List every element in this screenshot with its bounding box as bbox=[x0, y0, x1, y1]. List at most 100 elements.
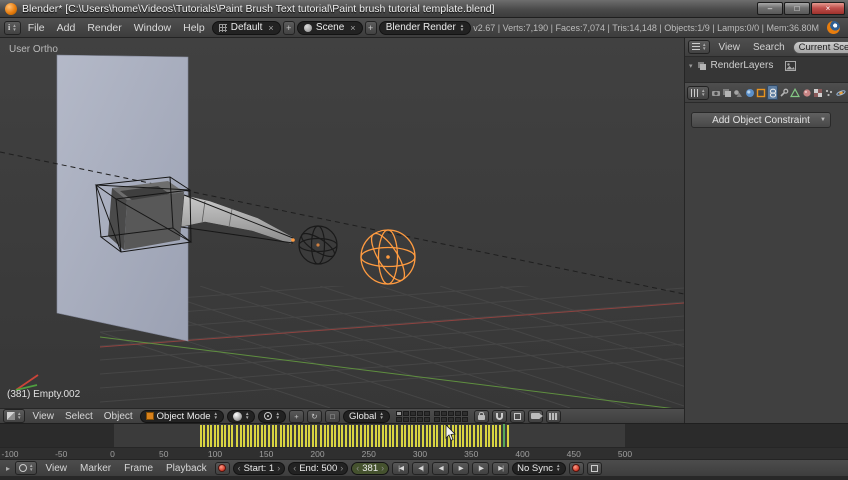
keyframe-line[interactable] bbox=[462, 425, 465, 447]
keyframe-line[interactable] bbox=[363, 425, 366, 447]
keyframe-line[interactable] bbox=[389, 425, 392, 447]
keyframe-line[interactable] bbox=[366, 425, 369, 447]
av-sync-button[interactable] bbox=[586, 461, 602, 475]
keyframe-line[interactable] bbox=[289, 425, 292, 447]
editor-type-outliner-button[interactable] bbox=[688, 40, 711, 54]
render-engine-dropdown[interactable]: Blender Render bbox=[378, 20, 472, 35]
keyframe-line[interactable] bbox=[356, 425, 359, 447]
keyframe-line[interactable] bbox=[249, 425, 252, 447]
layer-toggle[interactable] bbox=[416, 416, 423, 422]
maximize-button[interactable]: □ bbox=[784, 2, 810, 15]
sync-mode-dropdown[interactable]: No Sync bbox=[512, 461, 566, 475]
keyframe-line[interactable] bbox=[410, 425, 413, 447]
jump-to-end-button[interactable]: ▶| bbox=[492, 461, 510, 475]
timeline-keyframe-area[interactable] bbox=[0, 423, 848, 447]
add-object-constraint-button[interactable]: Add Object Constraint ▼ bbox=[691, 112, 831, 128]
keyframe-line[interactable] bbox=[333, 425, 336, 447]
properties-tab-render[interactable] bbox=[710, 85, 720, 100]
keyframe-line[interactable] bbox=[473, 425, 476, 447]
properties-tab-render-layers[interactable] bbox=[722, 85, 732, 100]
keyframe-line[interactable] bbox=[209, 425, 212, 447]
layer-toggle[interactable] bbox=[440, 410, 447, 416]
properties-tab-particles[interactable] bbox=[824, 85, 834, 100]
keyframe-line[interactable] bbox=[385, 425, 388, 447]
scene-dropdown[interactable]: Scene × bbox=[296, 20, 363, 35]
keyframe-line[interactable] bbox=[202, 425, 205, 447]
menu-add[interactable]: Add bbox=[52, 21, 81, 35]
keyframe-line[interactable] bbox=[407, 425, 410, 447]
keyframe-line[interactable] bbox=[268, 425, 271, 447]
jump-to-start-button[interactable]: |◀ bbox=[392, 461, 410, 475]
keyframe-line[interactable] bbox=[491, 425, 494, 447]
keyframe-line[interactable] bbox=[330, 425, 333, 447]
editor-type-timeline-button[interactable] bbox=[15, 461, 38, 475]
keyframe-line[interactable] bbox=[242, 425, 245, 447]
record-with-nla-button[interactable] bbox=[568, 461, 584, 475]
menu-outliner-search[interactable]: Search bbox=[748, 41, 790, 54]
editor-type-info-button[interactable]: i bbox=[4, 20, 21, 35]
layer-toggle[interactable] bbox=[409, 410, 416, 416]
keyframe-line[interactable] bbox=[282, 425, 285, 447]
layer-toggle[interactable] bbox=[402, 416, 409, 422]
mode-dropdown[interactable]: Object Mode bbox=[139, 409, 225, 423]
keyframe-line[interactable] bbox=[326, 425, 329, 447]
keyframe-line[interactable] bbox=[484, 425, 487, 447]
prev-keyframe-button[interactable]: ◀| bbox=[412, 461, 430, 475]
editor-type-properties-button[interactable] bbox=[687, 85, 710, 100]
properties-tab-texture[interactable] bbox=[813, 85, 823, 100]
keyframe-line[interactable] bbox=[417, 425, 420, 447]
menu-timeline-playback[interactable]: Playback bbox=[161, 462, 212, 475]
add-screen-button[interactable]: + bbox=[282, 20, 295, 35]
properties-tab-physics[interactable] bbox=[836, 85, 846, 100]
keyframe-line[interactable] bbox=[403, 425, 406, 447]
keyframe-line[interactable] bbox=[352, 425, 355, 447]
keyframe-line[interactable] bbox=[392, 425, 395, 447]
keyframe-line[interactable] bbox=[239, 425, 242, 447]
snap-element-button[interactable] bbox=[509, 409, 525, 423]
orientation-dropdown[interactable]: Global bbox=[342, 409, 390, 423]
keyframe-line[interactable] bbox=[487, 425, 490, 447]
keyframe-line[interactable] bbox=[426, 425, 429, 447]
minimize-button[interactable]: – bbox=[757, 2, 783, 15]
keyframe-line[interactable] bbox=[400, 425, 403, 447]
keyframe-line[interactable] bbox=[308, 425, 311, 447]
manipulator-scale-button[interactable]: □ bbox=[324, 409, 340, 423]
keyframe-line[interactable] bbox=[246, 425, 249, 447]
keyframe-line[interactable] bbox=[213, 425, 216, 447]
menu-window[interactable]: Window bbox=[129, 21, 176, 35]
keyframe-line[interactable] bbox=[494, 425, 497, 447]
layer-toggle[interactable] bbox=[440, 416, 447, 422]
keyframe-line[interactable] bbox=[275, 425, 278, 447]
play-button[interactable]: ▶ bbox=[452, 461, 470, 475]
properties-tab-world[interactable] bbox=[745, 85, 755, 100]
keyframe-line[interactable] bbox=[433, 425, 436, 447]
editor-type-3dview-button[interactable] bbox=[3, 409, 26, 423]
properties-tab-object-data[interactable] bbox=[790, 85, 801, 100]
keyframe-line[interactable] bbox=[315, 425, 318, 447]
keyframe-line[interactable] bbox=[298, 425, 301, 447]
menu-outliner-view[interactable]: View bbox=[713, 41, 745, 54]
increment-arrow-icon[interactable]: › bbox=[277, 463, 280, 473]
layer-toggle[interactable] bbox=[447, 416, 454, 422]
keyframe-line[interactable] bbox=[257, 425, 260, 447]
keyframe-line[interactable] bbox=[436, 425, 439, 447]
keyframe-line[interactable] bbox=[228, 425, 231, 447]
layer-toggle[interactable] bbox=[433, 410, 440, 416]
keyframe-line[interactable] bbox=[206, 425, 209, 447]
outliner-display-mode-dropdown[interactable]: Current Scene bbox=[792, 40, 848, 54]
pivot-dropdown[interactable] bbox=[258, 409, 286, 423]
render-opengl-button[interactable] bbox=[527, 409, 543, 423]
auto-keyframe-button[interactable] bbox=[214, 461, 230, 475]
manipulator-translate-button[interactable]: + bbox=[288, 409, 304, 423]
keyframe-line[interactable] bbox=[224, 425, 227, 447]
keyframe-line[interactable] bbox=[319, 425, 322, 447]
keyframe-line[interactable] bbox=[217, 425, 220, 447]
keyframe-line[interactable] bbox=[253, 425, 256, 447]
properties-tab-constraints[interactable] bbox=[767, 85, 778, 100]
menu-object[interactable]: Object bbox=[100, 411, 137, 422]
keyframe-line[interactable] bbox=[374, 425, 377, 447]
keyframe-line[interactable] bbox=[293, 425, 296, 447]
start-frame-field[interactable]: ‹ Start: 1 › bbox=[232, 461, 286, 475]
play-reverse-button[interactable]: ◀ bbox=[432, 461, 450, 475]
lock-camera-button[interactable] bbox=[473, 409, 489, 423]
